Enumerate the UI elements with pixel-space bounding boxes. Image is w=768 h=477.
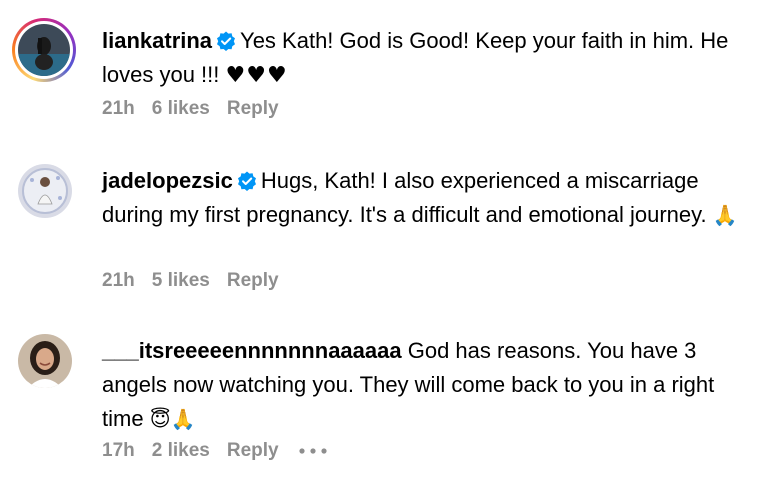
more-options-icon[interactable] (298, 447, 328, 455)
likes-count[interactable]: 6 likes (152, 98, 210, 119)
verified-badge-icon (217, 31, 236, 51)
comment-meta: 21h 6 likes Reply (102, 98, 296, 120)
heart-emoji: ♥♥♥ (225, 63, 288, 88)
username[interactable]: ___itsreeeeennnnnnnaaaaaa (102, 338, 402, 363)
avatar[interactable] (12, 18, 76, 82)
comment-body: jadelopezsic Hugs, Kath! I also experienc… (102, 164, 742, 232)
timestamp[interactable]: 21h (102, 270, 135, 291)
username[interactable]: jadelopezsic (102, 168, 233, 193)
comment-body: ___itsreeeeennnnnnnaaaaaa God has reason… (102, 334, 742, 436)
avatar[interactable] (18, 164, 72, 218)
praying-hands-emoji: 🙏 (712, 203, 738, 227)
username[interactable]: liankatrina (102, 28, 212, 53)
reply-button[interactable]: Reply (227, 98, 279, 119)
reply-button[interactable]: Reply (227, 440, 279, 461)
avatar[interactable] (18, 334, 72, 388)
comment-meta: 21h 5 likes Reply (102, 270, 296, 292)
verified-badge-icon (237, 171, 256, 191)
reply-button[interactable]: Reply (227, 270, 279, 291)
timestamp[interactable]: 17h (102, 440, 135, 461)
likes-count[interactable]: 5 likes (152, 270, 210, 291)
angel-praying-emoji: 😇🙏 (149, 407, 196, 431)
timestamp[interactable]: 21h (102, 98, 135, 119)
comment-body: liankatrina Yes Kath! God is Good! Keep y… (102, 24, 742, 93)
likes-count[interactable]: 2 likes (152, 440, 210, 461)
comment-meta: 17h 2 likes Reply (102, 440, 328, 462)
